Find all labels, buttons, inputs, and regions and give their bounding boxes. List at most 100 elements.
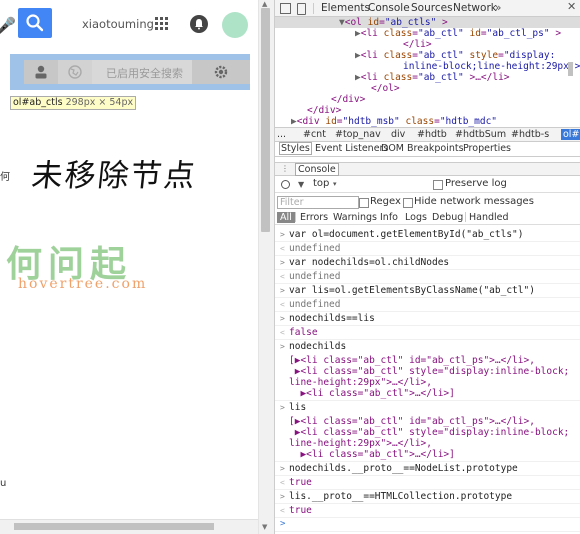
subtab-dom-breakpoints[interactable]: DOM Breakpoints xyxy=(381,143,464,154)
attr-name: id xyxy=(469,28,481,39)
close-icon[interactable]: ✕ xyxy=(567,0,576,13)
level-warnings[interactable]: Warnings xyxy=(333,212,377,223)
hide-network-label: Hide network messages xyxy=(414,196,534,207)
subtab-event-listeners[interactable]: Event Listeners xyxy=(315,143,388,154)
dom-node-line[interactable]: ▶<li class="ab_ctl" >…</li> xyxy=(355,72,510,83)
dom-node-line[interactable]: ▼<ol id="ab_ctls" > xyxy=(339,17,448,28)
horizontal-scroll-thumb[interactable] xyxy=(14,523,214,530)
level-logs[interactable]: Logs xyxy=(405,212,427,223)
filter-icon[interactable]: ▼ xyxy=(298,180,304,189)
breadcrumb-item[interactable]: #hdtbSum xyxy=(455,129,506,140)
console-text[interactable]: ▶<li class="ab_ctl" style="display:inlin… xyxy=(289,427,570,438)
context-selector[interactable]: top xyxy=(313,178,329,189)
level-info[interactable]: Info xyxy=(380,212,398,223)
tag-name: <li xyxy=(360,72,384,83)
attr-name: class xyxy=(383,72,413,83)
message-separator xyxy=(275,531,580,532)
attr-spacer xyxy=(497,116,503,127)
person-toggle-button[interactable] xyxy=(24,60,58,84)
breadcrumb-item[interactable]: div xyxy=(391,129,405,140)
dom-node-line[interactable]: ▶<li class="ab_ctl" style="display: xyxy=(355,50,561,61)
drawer-menu-icon[interactable]: ⋮ xyxy=(281,164,289,173)
chevron-down-icon[interactable]: ▾ xyxy=(333,180,337,188)
console-text[interactable]: line-height:29px">…</li>, xyxy=(289,377,432,388)
filter-input[interactable]: Filter xyxy=(277,196,359,209)
console-text[interactable]: [▶<li class="ab_ctl" id="ab_ctl_ps">…</l… xyxy=(289,416,535,427)
handwritten-annotation: 未移除节点 xyxy=(29,158,199,194)
subtab-styles[interactable]: Styles xyxy=(279,142,312,155)
subtab-properties[interactable]: Properties xyxy=(463,143,511,154)
breadcrumb-item[interactable]: #hdtb-s xyxy=(511,129,549,140)
dom-node-line[interactable]: ▶<li class="ab_ctl" id="ab_ctl_ps" > xyxy=(355,28,561,39)
console-prompt-icon: > xyxy=(280,519,286,529)
attr-name: class xyxy=(405,116,435,127)
dom-node-line[interactable]: inline-block;line-height:29px">…</li> xyxy=(403,61,580,72)
message-separator xyxy=(275,325,580,326)
apps-grid-icon[interactable] xyxy=(155,17,169,31)
breadcrumb-item[interactable]: #cnt xyxy=(303,129,326,140)
settings-button[interactable] xyxy=(192,60,250,84)
message-separator xyxy=(275,475,580,476)
attr-value: "ab_ctls" xyxy=(384,17,437,28)
preserve-log-checkbox[interactable] xyxy=(433,180,443,190)
dom-node-line[interactable]: ▶<div id="hdtb_msb" class="hdtb_mdc" xyxy=(291,116,503,127)
breadcrumb-item[interactable]: #hdtb xyxy=(417,129,447,140)
level-all[interactable]: All xyxy=(277,212,295,223)
gear-icon xyxy=(214,65,228,79)
console-text[interactable]: [▶<li class="ab_ctl" id="ab_ctl_ps">…</l… xyxy=(289,355,535,366)
inspect-element-icon[interactable] xyxy=(280,3,291,14)
tab-sources[interactable]: Sources xyxy=(411,2,453,14)
breadcrumb-item[interactable]: ... xyxy=(277,129,286,140)
notification-bell-icon[interactable] xyxy=(190,15,208,33)
tag-name: </div> xyxy=(331,94,366,105)
more-tabs-button[interactable]: » xyxy=(495,2,501,14)
globe-toggle-button[interactable] xyxy=(58,60,92,84)
breadcrumb-item[interactable]: ol#ab_ctls xyxy=(561,129,580,140)
console-text[interactable]: ▶<li class="ab_ctl">…</li>] xyxy=(289,388,454,399)
globe-icon xyxy=(68,65,82,79)
level-handled[interactable]: Handled xyxy=(469,212,509,223)
level-debug[interactable]: Debug xyxy=(432,212,463,223)
safe-search-label[interactable]: 已启用安全搜索 xyxy=(106,65,183,81)
device-mode-icon[interactable] xyxy=(297,3,306,15)
vertical-scroll-thumb[interactable] xyxy=(261,8,270,232)
console-text[interactable]: line-height:29px">…</li>, xyxy=(289,438,432,449)
breadcrumb-item[interactable]: #top_nav xyxy=(335,129,381,140)
clipped-page-text: 何 xyxy=(0,172,10,183)
tag-name: <li xyxy=(360,28,384,39)
tab-network[interactable]: Network xyxy=(453,2,497,14)
scroll-up-arrow-icon[interactable]: ▲ xyxy=(262,0,267,8)
clear-console-icon[interactable] xyxy=(281,180,290,189)
devtools-panel: Elements Console Sources Network » ✕ ▼<o… xyxy=(274,0,580,534)
dom-node-line[interactable]: </ol> xyxy=(371,83,400,94)
attr-value: "ab_ctl_ps" xyxy=(486,28,550,39)
dom-node-line[interactable]: </li> xyxy=(403,39,432,50)
console-text[interactable]: ▶<li class="ab_ctl" style="display:inlin… xyxy=(289,366,570,377)
output-chevron-icon: < xyxy=(280,244,285,253)
console-text: nodechilds.__proto__==NodeList.prototype xyxy=(289,463,518,474)
regex-checkbox[interactable] xyxy=(359,198,369,208)
avatar[interactable] xyxy=(222,12,248,38)
microphone-icon[interactable]: 🎤 xyxy=(0,16,16,35)
username-link[interactable]: xiaotouming xyxy=(82,17,154,31)
elements-scroll-thumb[interactable] xyxy=(568,62,573,76)
hide-network-checkbox[interactable] xyxy=(403,198,413,208)
tab-console[interactable]: Console xyxy=(368,2,410,14)
level-errors[interactable]: Errors xyxy=(300,212,328,223)
scroll-down-arrow-icon[interactable]: ▼ xyxy=(262,523,267,531)
tab-elements[interactable]: Elements xyxy=(321,2,370,14)
tab-separator xyxy=(313,3,314,14)
drawer-tab-console[interactable]: Console xyxy=(295,163,339,176)
console-text[interactable]: ▶<li class="ab_ctl">…</li>] xyxy=(289,449,454,460)
search-button[interactable] xyxy=(18,8,52,38)
console-text: undefined xyxy=(289,271,341,282)
message-separator xyxy=(275,517,580,518)
regex-label: Regex xyxy=(370,196,401,207)
level-separator xyxy=(295,212,296,222)
clipped-page-text-2: u xyxy=(0,478,7,489)
tag-name: <ol xyxy=(344,17,368,28)
dom-node-line[interactable]: </div> xyxy=(331,94,365,105)
dom-node-line[interactable]: </div> xyxy=(307,105,341,116)
attr-value: "ab_ctl" xyxy=(417,28,464,39)
attr-name: id xyxy=(325,116,337,127)
